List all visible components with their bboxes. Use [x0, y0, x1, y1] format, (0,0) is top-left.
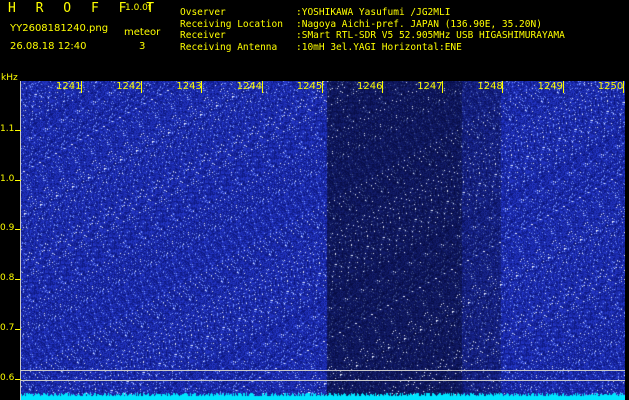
y-tick-mark	[15, 329, 21, 330]
x-tick-label: 1249	[537, 81, 564, 92]
x-tick-label: 1244	[236, 81, 263, 92]
x-tick-mark	[201, 81, 203, 93]
x-tick-label: 1245	[296, 81, 323, 92]
info-key: Ovserver	[180, 7, 226, 18]
reference-line-upper	[21, 370, 625, 371]
x-tick-mark	[321, 81, 323, 93]
spectrogram-plot	[21, 81, 625, 400]
x-tick-mark	[141, 81, 143, 93]
spectrogram-canvas	[21, 81, 625, 400]
info-key: Receiving Location	[180, 18, 283, 30]
info-value: :Nagoya Aichi-pref. JAPAN (136.90E, 35.2…	[296, 18, 542, 30]
y-tick-mark	[15, 379, 21, 380]
x-tick-label: 1248	[477, 81, 503, 92]
station-info: Ovserver :YOSHIKAWA Yasufumi /JG2MLI Rec…	[180, 7, 565, 53]
info-row-observer: Ovserver :YOSHIKAWA Yasufumi /JG2MLI	[180, 7, 565, 19]
meteor-label: meteor	[124, 27, 161, 38]
x-tick-mark	[562, 81, 564, 93]
y-tick-mark	[15, 130, 21, 131]
app-version: 1.0.0f	[125, 3, 152, 13]
x-tick-mark	[442, 81, 444, 93]
info-row-antenna: Receiving Antenna :10mH 3el.YAGI Horizon…	[180, 42, 565, 54]
meteor-count: 3	[139, 41, 146, 52]
x-tick-label: 1242	[116, 81, 142, 92]
x-tick-mark	[81, 81, 82, 93]
info-row-receiver: Receiver :SMart RTL-SDR V5 52.905MHz USB…	[180, 30, 565, 42]
info-key: Receiving Antenna	[180, 41, 278, 53]
info-value: :10mH 3el.YAGI Horizontal:ENE	[296, 41, 462, 53]
reference-line-lower	[21, 380, 625, 381]
date-time: 26.08.18 12:40	[10, 41, 87, 52]
y-axis-line	[20, 81, 21, 400]
y-tick-mark	[15, 180, 21, 181]
y-axis-unit: kHz	[1, 73, 18, 83]
x-tick-label: 1243	[176, 81, 202, 92]
x-tick-mark	[261, 81, 263, 93]
hroft-window: H R O F F T 1.0.0f YY2608181240.png mete…	[0, 0, 629, 400]
info-row-location: Receiving Location :Nagoya Aichi-pref. J…	[180, 19, 565, 31]
x-tick-label: 1247	[417, 81, 443, 92]
x-tick-label: 1246	[357, 81, 383, 92]
x-tick-mark	[502, 81, 504, 93]
file-name: YY2608181240.png	[10, 23, 109, 34]
info-value: :YOSHIKAWA Yasufumi /JG2MLI	[296, 7, 451, 18]
info-value: :SMart RTL-SDR V5 52.905MHz USB HIGASHIM…	[296, 30, 565, 41]
y-tick-mark	[15, 229, 21, 230]
x-tick-mark	[622, 81, 624, 93]
info-key: Receiver	[180, 30, 226, 41]
x-tick-mark	[382, 81, 383, 93]
x-tick-label: 1241	[56, 81, 82, 92]
y-tick-mark	[15, 279, 21, 280]
x-tick-label: 1250	[597, 81, 624, 92]
